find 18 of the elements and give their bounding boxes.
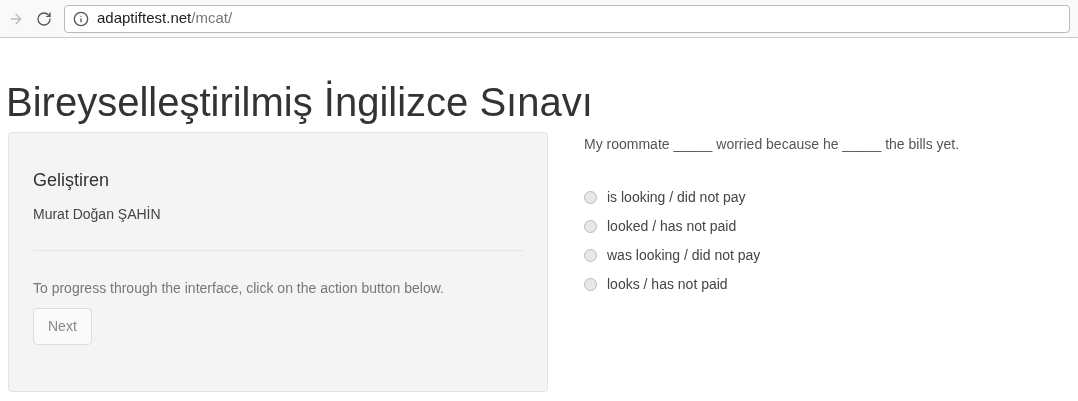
answer-option[interactable]: is looking / did not pay (584, 187, 960, 208)
radio-button[interactable] (584, 191, 597, 204)
answer-option[interactable]: was looking / did not pay (584, 245, 960, 266)
address-bar[interactable]: adaptiftest.net/mcat/ (64, 4, 1070, 33)
answer-option[interactable]: looks / has not paid (584, 274, 960, 295)
reload-icon[interactable] (36, 10, 52, 27)
answer-option[interactable]: looked / has not paid (584, 216, 960, 237)
page-title: Bireyselleştirilmiş İngilizce Sınavı (6, 82, 594, 122)
panel-heading: Geliştiren (33, 169, 111, 192)
url-path: /mcat/ (191, 8, 233, 29)
question-text: My roommate _____ worried because he _____ the bills yet. (584, 135, 960, 154)
info-icon[interactable] (73, 10, 89, 27)
url-host: adaptiftest.net (97, 8, 192, 29)
author-name: Murat Doğan ŞAHİN (33, 205, 162, 224)
radio-button[interactable] (584, 220, 597, 233)
instructions-text: To progress through the interface, click on the action button below. (33, 279, 445, 298)
radio-button[interactable] (584, 249, 597, 262)
radio-button[interactable] (584, 278, 597, 291)
